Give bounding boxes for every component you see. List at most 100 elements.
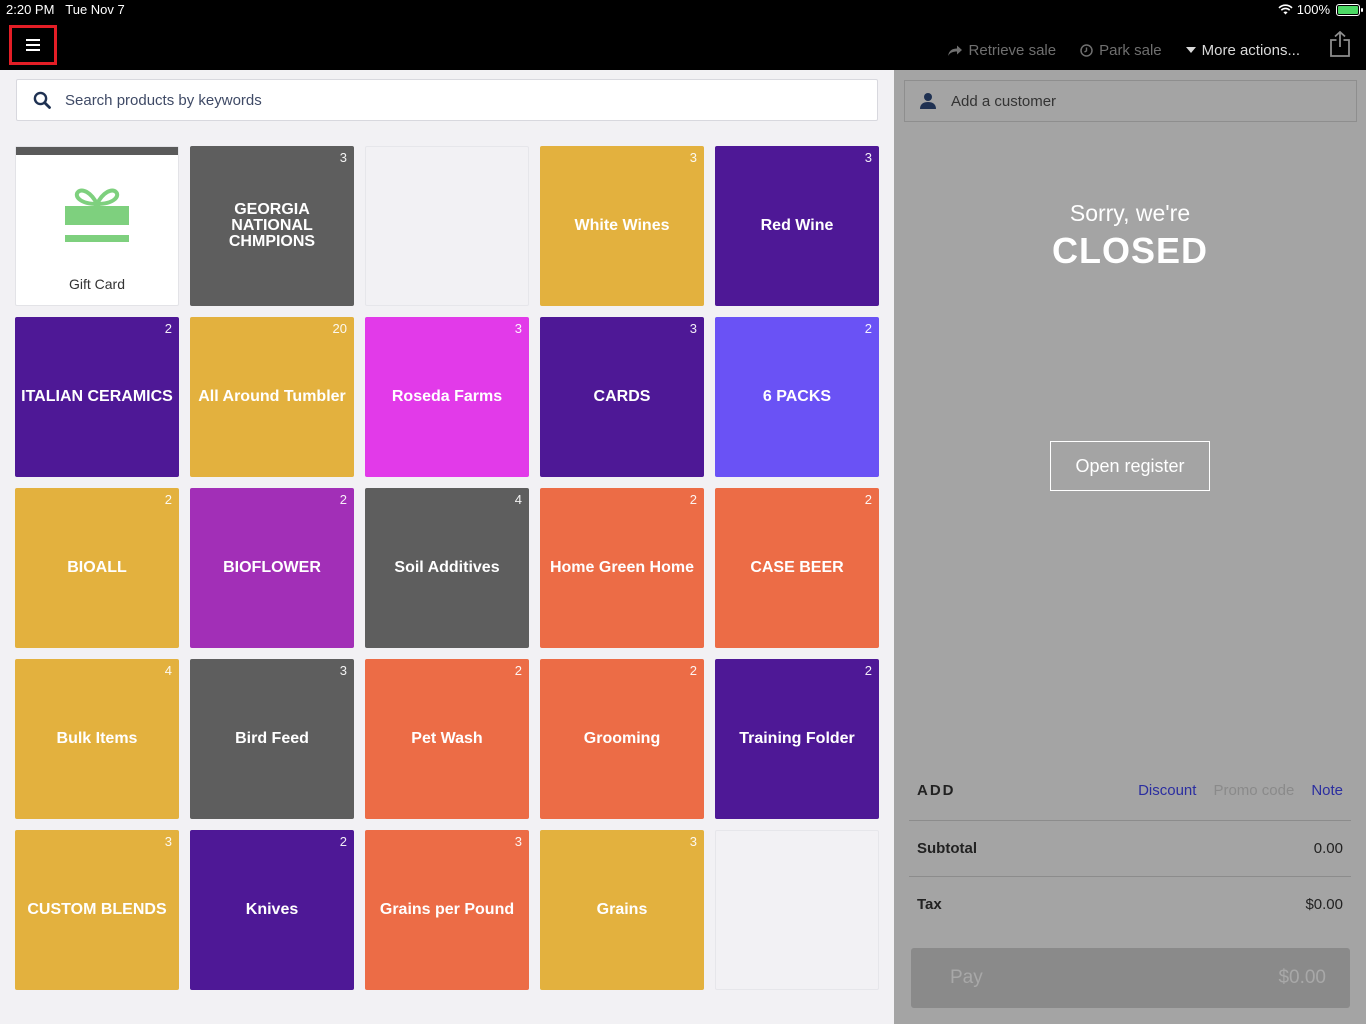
tile-item-count: 20: [332, 321, 347, 336]
promo-code-link[interactable]: Promo code: [1213, 782, 1294, 799]
add-customer-label: Add a customer: [951, 92, 1057, 110]
battery-percent: 100%: [1296, 2, 1330, 17]
share-icon[interactable]: [1330, 31, 1350, 57]
tile-grooming[interactable]: 2 Grooming: [540, 659, 704, 819]
tile-item-count: 2: [339, 834, 347, 849]
tile-item-count: 3: [689, 321, 697, 336]
search-icon: [33, 91, 51, 109]
pay-amount: $0.00: [1278, 967, 1326, 988]
note-link[interactable]: Note: [1311, 782, 1343, 799]
menu-button[interactable]: [9, 25, 57, 65]
tile-item-count: 2: [689, 492, 697, 507]
tile-knives[interactable]: 2 Knives: [190, 830, 354, 990]
tile-label: BIOFLOWER: [223, 559, 321, 576]
empty-tile: [715, 830, 879, 990]
tile-custom-blends[interactable]: 3 CUSTOM BLENDS: [15, 830, 179, 990]
tile-label: 6 PACKS: [762, 388, 832, 405]
tile-red-wine[interactable]: 3 Red Wine: [715, 146, 879, 306]
pay-button[interactable]: Pay $0.00: [911, 948, 1350, 1008]
tile-label: Soil Additives: [394, 559, 500, 576]
tile-item-count: 3: [689, 834, 697, 849]
tile-training-folder[interactable]: 2 Training Folder: [715, 659, 879, 819]
tile-label: Bulk Items: [56, 730, 138, 747]
tile-grains-per-pound[interactable]: 3 Grains per Pound: [365, 830, 529, 990]
tile-cards[interactable]: 3 CARDS: [540, 317, 704, 477]
park-sale-button[interactable]: Park sale: [1080, 42, 1162, 59]
tile-home-green-home[interactable]: 2 Home Green Home: [540, 488, 704, 648]
tile-all-around-tumbler[interactable]: 20 All Around Tumbler: [190, 317, 354, 477]
tile-header-strip: [16, 147, 178, 155]
tile-label: Grains per Pound: [379, 901, 515, 918]
tile-6-packs[interactable]: 2 6 PACKS: [715, 317, 879, 477]
caret-down-icon: [1185, 47, 1196, 53]
tile-bioflower[interactable]: 2 BIOFLOWER: [190, 488, 354, 648]
tile-label: Knives: [245, 901, 299, 918]
tile-item-count: 2: [864, 492, 872, 507]
tile-pet-wash[interactable]: 2 Pet Wash: [365, 659, 529, 819]
discount-link[interactable]: Discount: [1138, 782, 1196, 799]
retrieve-sale-button[interactable]: Retrieve sale: [947, 42, 1056, 59]
tile-item-count: 2: [864, 321, 872, 336]
tile-label: Gift Card: [68, 276, 125, 292]
closed-message-word: CLOSED: [1051, 230, 1208, 271]
status-time-date: 2:20 PM Tue Nov 7: [6, 2, 125, 17]
wifi-icon: [1278, 4, 1293, 15]
hamburger-icon: [26, 39, 40, 51]
add-customer-button[interactable]: Add a customer: [904, 80, 1357, 122]
tile-white-wines[interactable]: 3 White Wines: [540, 146, 704, 306]
tile-label: Grains: [596, 901, 648, 918]
product-search-bar[interactable]: Search products by keywords: [16, 79, 878, 121]
tile-case-beer[interactable]: 2 CASE BEER: [715, 488, 879, 648]
tax-row: Tax $0.00: [917, 896, 1343, 913]
tax-label: Tax: [917, 896, 942, 913]
tile-italian-ceramics[interactable]: 2 ITALIAN CERAMICS: [15, 317, 179, 477]
tile-item-count: 3: [864, 150, 872, 165]
tile-bulk-items[interactable]: 4 Bulk Items: [15, 659, 179, 819]
tax-value: $0.00: [1305, 896, 1343, 913]
empty-tile: [365, 146, 529, 306]
tile-item-count: 2: [164, 492, 172, 507]
tile-label: White Wines: [574, 217, 670, 234]
tile-bioall[interactable]: 2 BIOALL: [15, 488, 179, 648]
add-row: ADD Discount Promo code Note: [917, 782, 1343, 799]
tile-roseda-farms[interactable]: 3 Roseda Farms: [365, 317, 529, 477]
subtotal-label: Subtotal: [917, 840, 977, 857]
tile-label: All Around Tumbler: [198, 388, 346, 405]
sale-panel: Add a customer Sorry, we're CLOSED Open …: [894, 70, 1366, 1024]
tile-grains[interactable]: 3 Grains: [540, 830, 704, 990]
add-label: ADD: [917, 782, 956, 799]
tile-item-count: 4: [164, 663, 172, 678]
tile-soil-additives[interactable]: 4 Soil Additives: [365, 488, 529, 648]
tile-label: Grooming: [583, 730, 661, 747]
search-input[interactable]: Search products by keywords: [65, 92, 262, 109]
tile-item-count: 3: [339, 150, 347, 165]
tile-item-count: 3: [514, 834, 522, 849]
battery-level: [1338, 5, 1358, 14]
product-category-grid: Gift Card 3 GEORGIA NATIONAL CHMPIONS 3 Whit…: [15, 146, 879, 990]
tile-label: CUSTOM BLENDS: [27, 901, 167, 918]
tile-item-count: 2: [689, 663, 697, 678]
tile-label: Pet Wash: [411, 730, 483, 747]
tile-label: Home Green Home: [549, 559, 695, 576]
tile-gift-card[interactable]: Gift Card: [15, 146, 179, 306]
subtotal-row: Subtotal 0.00: [917, 840, 1343, 857]
tile-label: ITALIAN CERAMICS: [21, 388, 173, 405]
tile-label: Red Wine: [760, 217, 834, 234]
tile-georgia-national-chmpions[interactable]: 3 GEORGIA NATIONAL CHMPIONS: [190, 146, 354, 306]
subtotal-value: 0.00: [1313, 840, 1343, 857]
more-actions-button[interactable]: More actions...: [1185, 42, 1300, 59]
pay-label: Pay: [950, 967, 983, 988]
open-register-button[interactable]: Open register: [1050, 441, 1210, 491]
tile-item-count: 2: [514, 663, 522, 678]
tile-item-count: 2: [164, 321, 172, 336]
divider: [909, 820, 1351, 821]
clock-icon: [1080, 43, 1093, 57]
tile-bird-feed[interactable]: 3 Bird Feed: [190, 659, 354, 819]
top-bar: 2:20 PM Tue Nov 7 100% Retrieve sale Par…: [0, 0, 1366, 70]
tile-item-count: 3: [689, 150, 697, 165]
status-indicators: 100%: [1278, 2, 1363, 17]
gift-icon: [65, 188, 129, 242]
share-arrow-icon: [947, 45, 962, 56]
tile-label: Roseda Farms: [391, 388, 503, 405]
header-actions: Retrieve sale Park sale More actions...: [894, 30, 1366, 70]
